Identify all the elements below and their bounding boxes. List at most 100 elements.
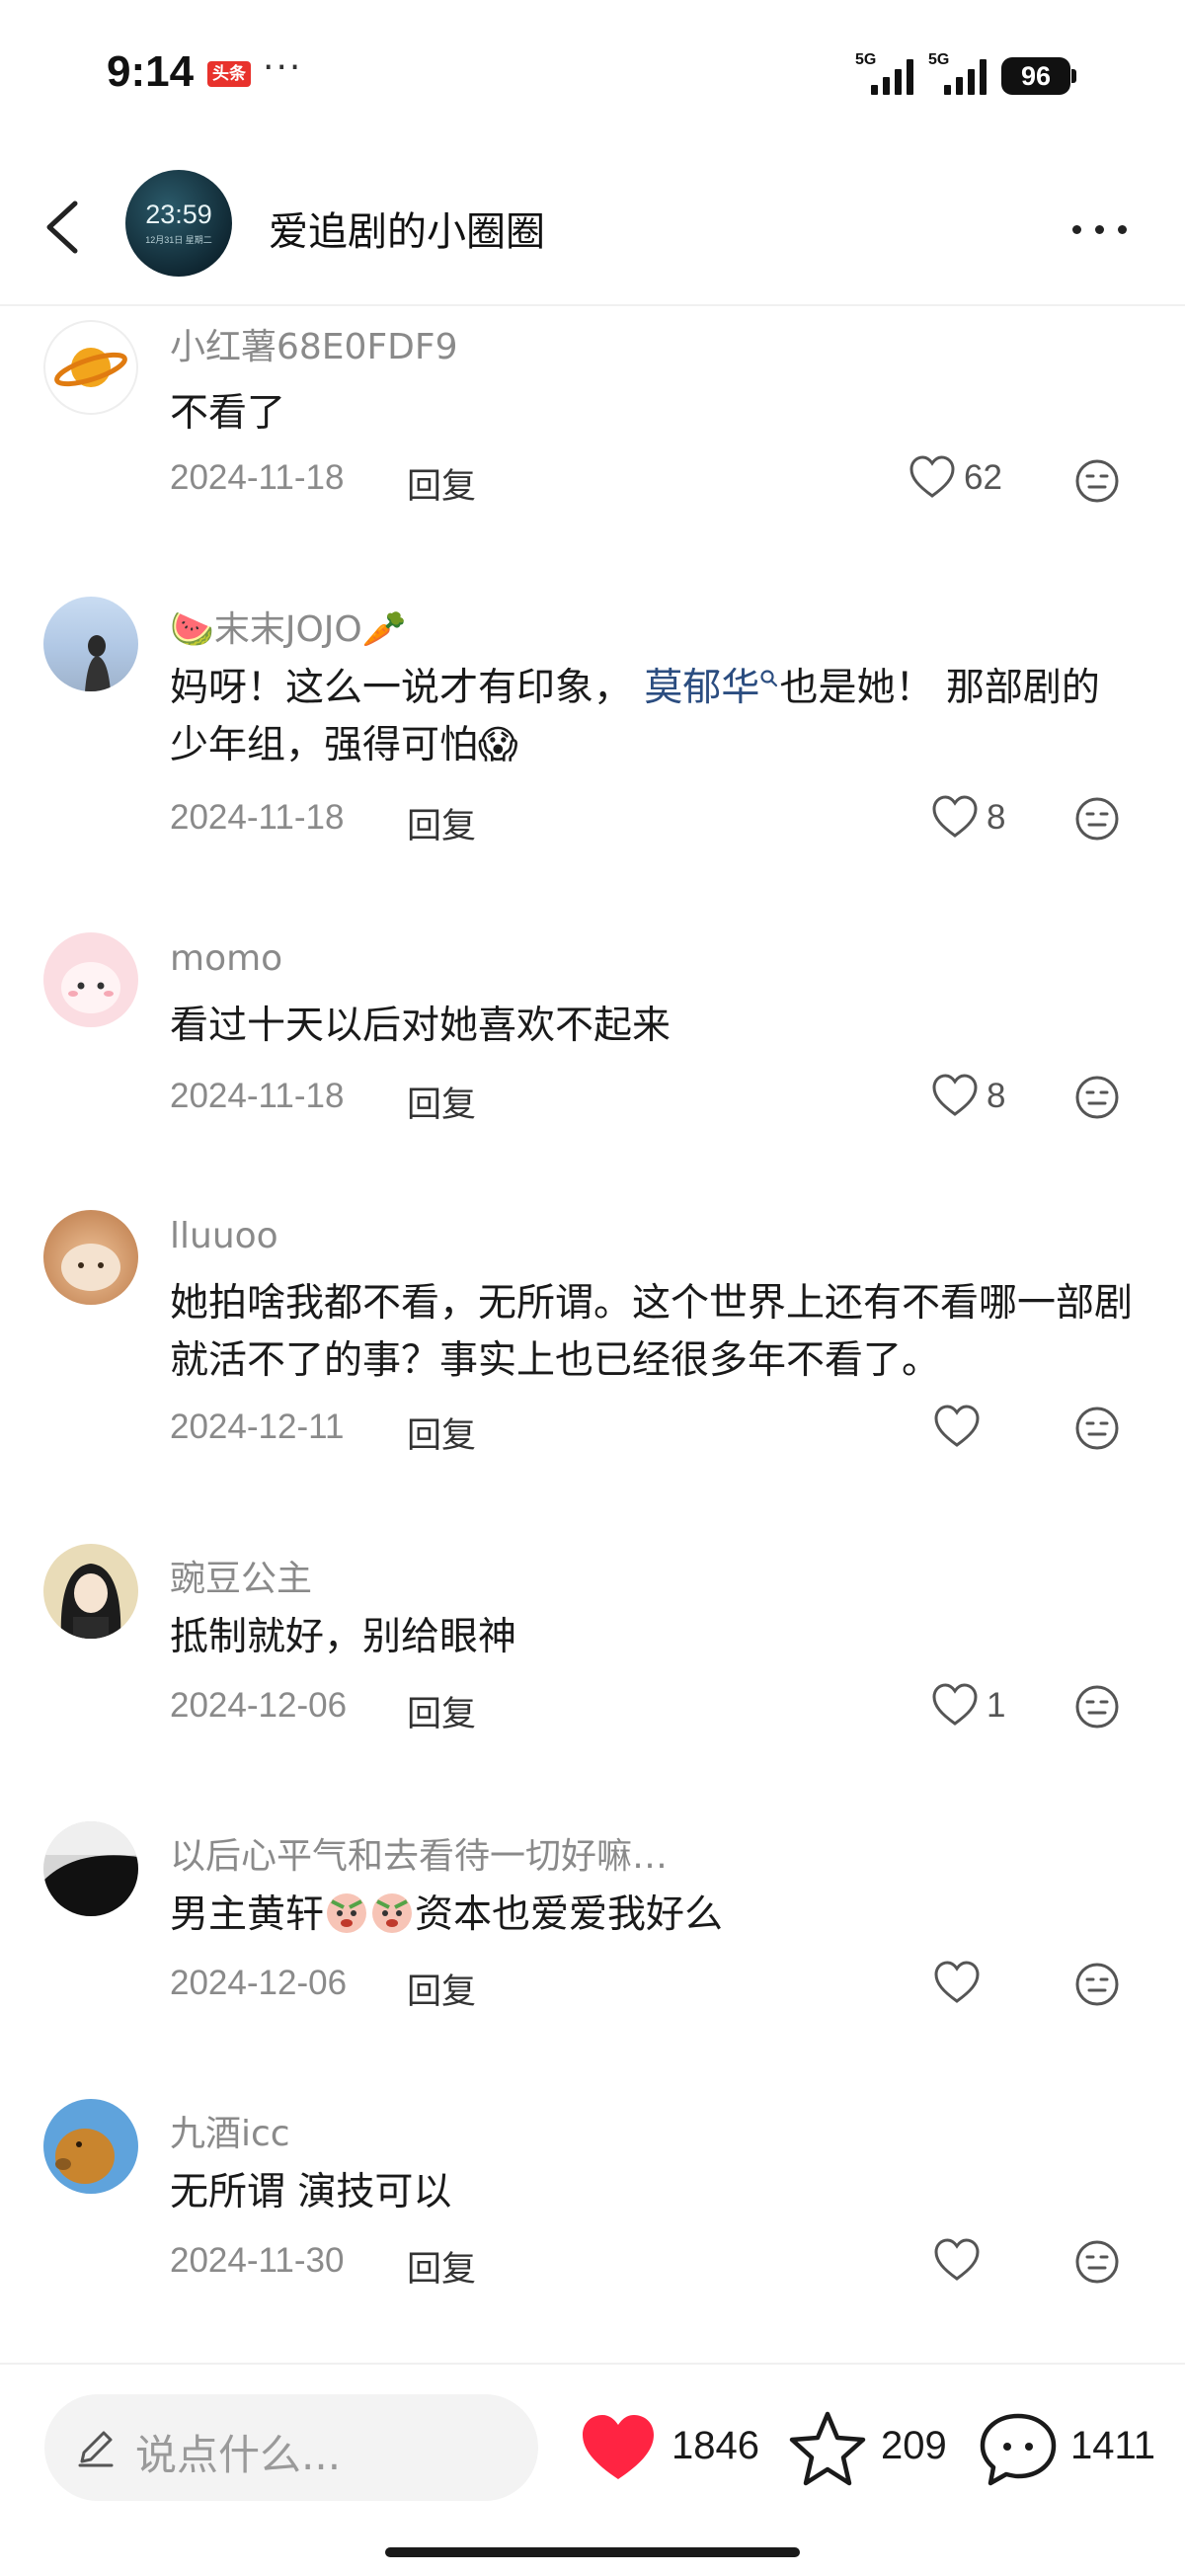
more-dots-icon [1072,225,1081,234]
emoji-face-icon[interactable] [1074,1962,1120,2007]
battery-tip [1071,69,1076,83]
reply-button[interactable]: 回复 [407,798,476,848]
like-count: 8 [987,798,1006,837]
comment-author[interactable]: 以后心平气和去看待一切好嘛… [170,1827,668,1879]
note-like-button[interactable]: 1846 [579,2404,766,2493]
favorite-count: 209 [881,2424,947,2467]
comment-author[interactable]: 九酒icc [170,2105,290,2156]
comment-text: 不看了 [170,391,286,436]
comments-button[interactable]: 1411 [978,2404,1155,2493]
heart-outline-icon [934,1961,980,2003]
like-button[interactable] [933,1960,987,2009]
network-type-label: 5G [928,51,950,68]
comment-author[interactable]: 🍉末末JOJO🥕 [170,601,407,652]
back-button[interactable] [36,192,95,263]
home-indicator[interactable] [385,2547,800,2557]
favorite-button[interactable]: 209 [788,2404,956,2493]
reply-button[interactable]: 回复 [407,2241,476,2292]
comment-text: 抵制就好，别给眼神 [170,1615,517,1659]
like-button[interactable]: 8 [931,794,1020,844]
emoji-face-icon[interactable] [1074,1684,1120,1730]
avatar[interactable] [43,597,138,691]
heart-outline-icon [934,2238,980,2281]
comment-author[interactable]: momo [170,938,282,979]
chat-bubble-icon [980,2413,1057,2486]
scream-emoji: 😱 [478,723,518,767]
avatar-date-text: 12月31日 星期二 [145,235,212,245]
comment-text: 妈呀！这么一说才有印象， 莫郁华 也是她！ 那部剧的少年组，强得可怕😱 [170,666,1100,767]
comment-author[interactable]: lluuoo [170,1216,278,1256]
reply-button[interactable]: 回复 [407,1686,476,1736]
avatar[interactable] [43,1821,138,1916]
like-button[interactable] [933,1404,987,1453]
comment-input-placeholder: 说点什么... [135,2431,342,2479]
comment-date: 2024-11-30 [170,2241,345,2280]
heart-outline-icon [932,1074,978,1116]
like-button[interactable]: 8 [931,1073,1020,1122]
comment-text: 她拍啥我都不看，无所谓。这个世界上还有不看哪一部剧就活不了的事？事实上也已经很多… [170,1281,1134,1383]
like-count: 1 [987,1686,1006,1725]
heart-filled-icon [583,2415,654,2479]
heart-outline-icon [934,1405,980,1447]
reply-button[interactable]: 回复 [407,1408,476,1458]
network-type-label: 5G [855,51,877,68]
avatar[interactable] [43,932,138,1027]
signal-icon-2: 5G [928,51,997,95]
cat-photo-icon [61,1244,120,1291]
signal-icon-1: 5G [855,51,924,95]
person-silhouette-icon [85,635,111,691]
group-title[interactable]: 爱追剧的小圈圈 [269,200,545,257]
back-arrow-icon [46,201,78,254]
more-options-button[interactable] [1068,205,1132,255]
reply-button[interactable]: 回复 [407,458,476,509]
pen-icon [78,2431,114,2467]
comment-count: 1411 [1070,2424,1156,2467]
comment-date: 2024-11-18 [170,1077,345,1115]
avatar-clock-text: 23:59 [145,200,212,229]
battery-icon: 96 [1001,57,1070,95]
like-button[interactable] [933,2237,987,2287]
comment-input[interactable]: 说点什么... [44,2394,538,2501]
emoji-face-icon[interactable] [1074,1075,1120,1120]
chat-header: 23:59 12月31日 星期二 爱追剧的小圈圈 [0,148,1185,306]
bottom-action-bar: 说点什么... 1846 209 1411 [0,2363,1185,2576]
notification-more-icon: ··· [263,47,303,88]
avatar[interactable] [43,1210,138,1305]
group-avatar[interactable]: 23:59 12月31日 星期二 [125,170,232,277]
like-button[interactable]: 62 [908,454,1017,504]
carrot-emoji: 🥕 [361,609,407,650]
heart-outline-icon [932,1683,978,1726]
comment-date: 2024-11-18 [170,458,345,497]
status-bar: 9:14 头条 ··· 5G 5G 96 [0,0,1185,148]
note-like-count: 1846 [672,2424,759,2467]
reply-button[interactable]: 回复 [407,1964,476,2014]
capybara-photo-icon [55,2129,115,2184]
emoji-face-icon[interactable] [1074,2239,1120,2285]
emoji-face-icon[interactable] [1074,458,1120,504]
emoji-face-icon[interactable] [1074,1406,1120,1451]
watermelon-emoji: 🍉 [170,609,214,650]
like-count: 62 [964,458,1002,497]
heart-outline-icon [909,455,955,498]
like-button[interactable]: 1 [931,1682,1020,1731]
cute-character-icon [61,962,120,1013]
black-cat-photo-icon [43,1821,138,1916]
mention-link[interactable]: 莫郁华 [644,666,779,710]
comment-author[interactable]: 小红薯68E0FDF9 [170,318,458,369]
comment-text: 无所谓 演技可以 [170,2170,452,2214]
avatar[interactable] [43,320,138,415]
comment-date: 2024-12-11 [170,1408,345,1446]
reply-button[interactable]: 回复 [407,1077,476,1127]
like-count: 8 [987,1077,1006,1115]
heart-outline-icon [932,795,978,838]
comment-date: 2024-12-06 [170,1686,348,1725]
anime-girl-icon [60,1564,121,1639]
status-time: 9:14 [107,47,195,96]
comment-author[interactable]: 豌豆公主 [170,1550,312,1601]
crying-sticker-icon [327,1893,367,1933]
news-app-badge: 头条 [207,61,251,87]
avatar[interactable] [43,2099,138,2194]
emoji-face-icon[interactable] [1074,796,1120,842]
comment-text: 男主黄轩 资本也爱爱我好么 [170,1887,1138,1944]
avatar[interactable] [43,1544,138,1639]
